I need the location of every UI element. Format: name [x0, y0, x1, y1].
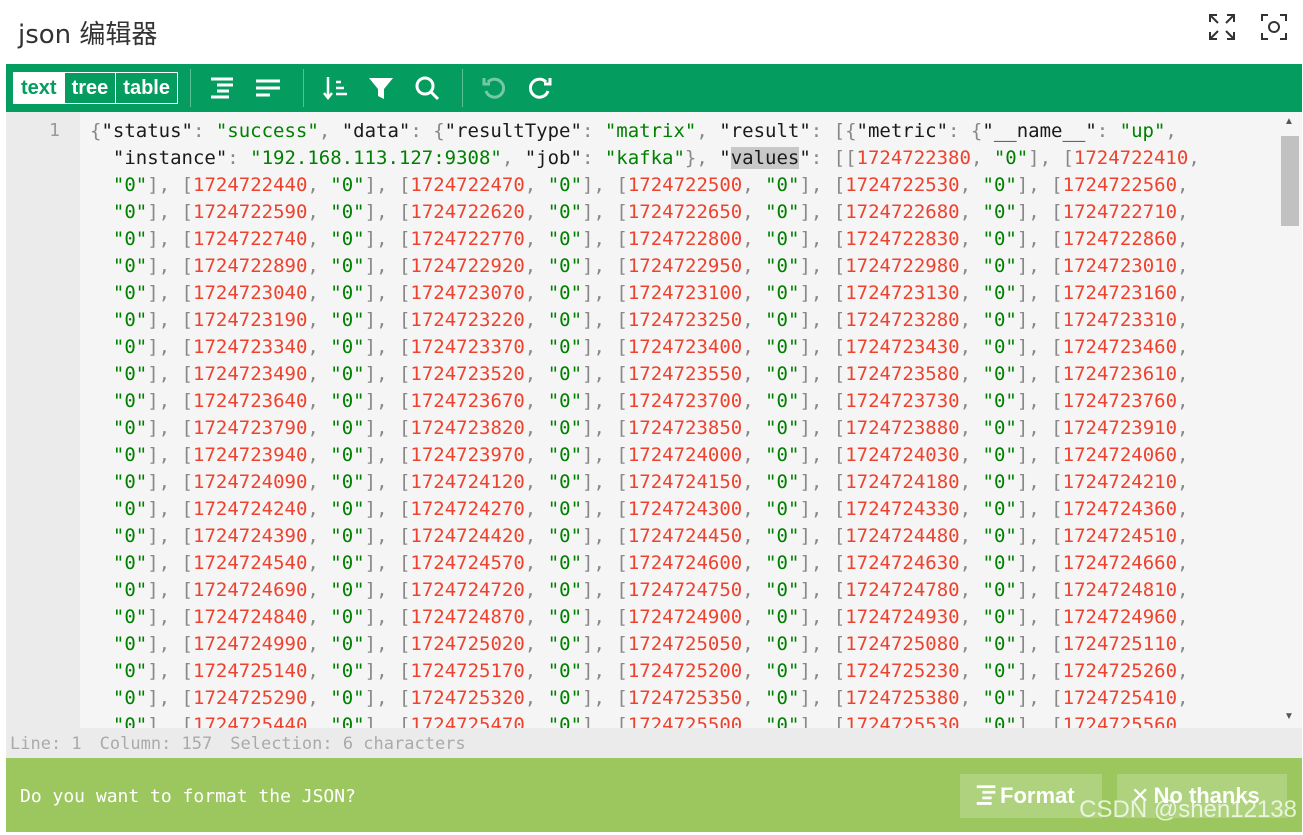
sort-button[interactable]: [312, 68, 358, 108]
code-line: "0"], [1724724540, "0"], [1724724570, "0…: [112, 552, 1189, 574]
format-question: Do you want to format the JSON?: [20, 786, 356, 807]
format-icon: [976, 785, 996, 805]
undo-icon: [482, 77, 505, 99]
code-line: "0"], [1724723340, "0"], [1724723370, "0…: [112, 336, 1189, 358]
code-line: "0"], [1724725140, "0"], [1724725170, "0…: [112, 660, 1189, 682]
status-bar: Line: 1 Column: 157 Selection: 6 character…: [6, 728, 1302, 758]
mode-switch: text tree table: [13, 72, 178, 104]
status-line: Line: 1: [10, 734, 82, 754]
compact-button[interactable]: [245, 68, 291, 108]
mode-tree-tab[interactable]: tree: [63, 73, 116, 103]
divider: [189, 69, 191, 107]
undo-button[interactable]: [471, 68, 517, 108]
filter-icon: [368, 78, 393, 99]
code-line: "0"], [1724723640, "0"], [1724723670, "0…: [112, 390, 1189, 412]
search-icon: [415, 76, 440, 101]
json-text-editor[interactable]: 1 {"status": "success", "data": {"result…: [6, 112, 1302, 728]
window-title: json 编辑器: [18, 20, 158, 50]
vertical-scrollbar[interactable]: ▲ ▼: [1278, 112, 1302, 728]
mode-table-tab[interactable]: table: [115, 73, 177, 103]
filter-button[interactable]: [358, 68, 404, 108]
code-line: "0"], [1724724990, "0"], [1724725020, "0…: [112, 633, 1189, 655]
redo-icon: [528, 77, 552, 99]
code-line: {"status": "success", "data": {"resultTy…: [90, 120, 1177, 142]
code-line: "0"], [1724725290, "0"], [1724725320, "0…: [112, 687, 1189, 709]
scroll-down-icon[interactable]: ▼: [1284, 711, 1294, 722]
code-line: "0"], [1724723040, "0"], [1724723070, "0…: [112, 282, 1189, 304]
status-selection: Selection: 6 characters: [230, 734, 466, 754]
mode-text-tab[interactable]: text: [14, 73, 64, 103]
screenshot-icon[interactable]: [1259, 12, 1289, 42]
code-line: "0"], [1724722440, "0"], [1724722470, "0…: [112, 174, 1189, 196]
redo-button[interactable]: [517, 68, 563, 108]
code-content[interactable]: {"status": "success", "data": {"resultTy…: [90, 118, 1200, 728]
format-button[interactable]: [199, 68, 245, 108]
divider: [461, 69, 463, 107]
line-number: 1: [49, 120, 60, 141]
code-line: "0"], [1724722740, "0"], [1724722770, "0…: [112, 228, 1189, 250]
code-line: "0"], [1724724240, "0"], [1724724270, "0…: [112, 498, 1189, 520]
code-line: "0"], [1724724390, "0"], [1724724420, "0…: [112, 525, 1189, 547]
code-line: "0"], [1724723190, "0"], [1724723220, "0…: [112, 309, 1189, 331]
code-line: "0"], [1724722890, "0"], [1724722920, "0…: [112, 255, 1189, 277]
toolbar: text tree table: [6, 64, 1302, 112]
code-line: "0"], [1724723790, "0"], [1724723820, "0…: [112, 417, 1189, 439]
code-line: "0"], [1724722590, "0"], [1724722620, "0…: [112, 201, 1189, 223]
watermark: CSDN @shen12138: [1079, 796, 1297, 823]
format-icon: [210, 77, 233, 99]
scrollbar-thumb[interactable]: [1281, 136, 1299, 226]
fullscreen-icon[interactable]: [1207, 12, 1237, 42]
search-button[interactable]: [404, 68, 450, 108]
compact-icon: [255, 79, 280, 97]
format-label: Format: [1000, 783, 1075, 808]
code-line: "0"], [1724723940, "0"], [1724723970, "0…: [112, 444, 1189, 466]
code-line: "instance": "192.168.113.127:9308", "job…: [112, 147, 1200, 169]
status-column: Column: 157: [99, 734, 213, 754]
code-line: "0"], [1724724090, "0"], [1724724120, "0…: [112, 471, 1189, 493]
scroll-up-icon[interactable]: ▲: [1284, 116, 1294, 127]
code-line: "0"], [1724723490, "0"], [1724723520, "0…: [112, 363, 1189, 385]
code-line: "0"], [1724724840, "0"], [1724724870, "0…: [112, 606, 1189, 628]
line-gutter: 1: [6, 112, 80, 728]
divider: [302, 69, 304, 107]
sort-icon: [322, 77, 347, 101]
code-line: "0"], [1724724690, "0"], [1724724720, "0…: [112, 579, 1189, 601]
code-line: "0"], [1724725440, "0"], [1724725470, "0…: [112, 714, 1189, 728]
